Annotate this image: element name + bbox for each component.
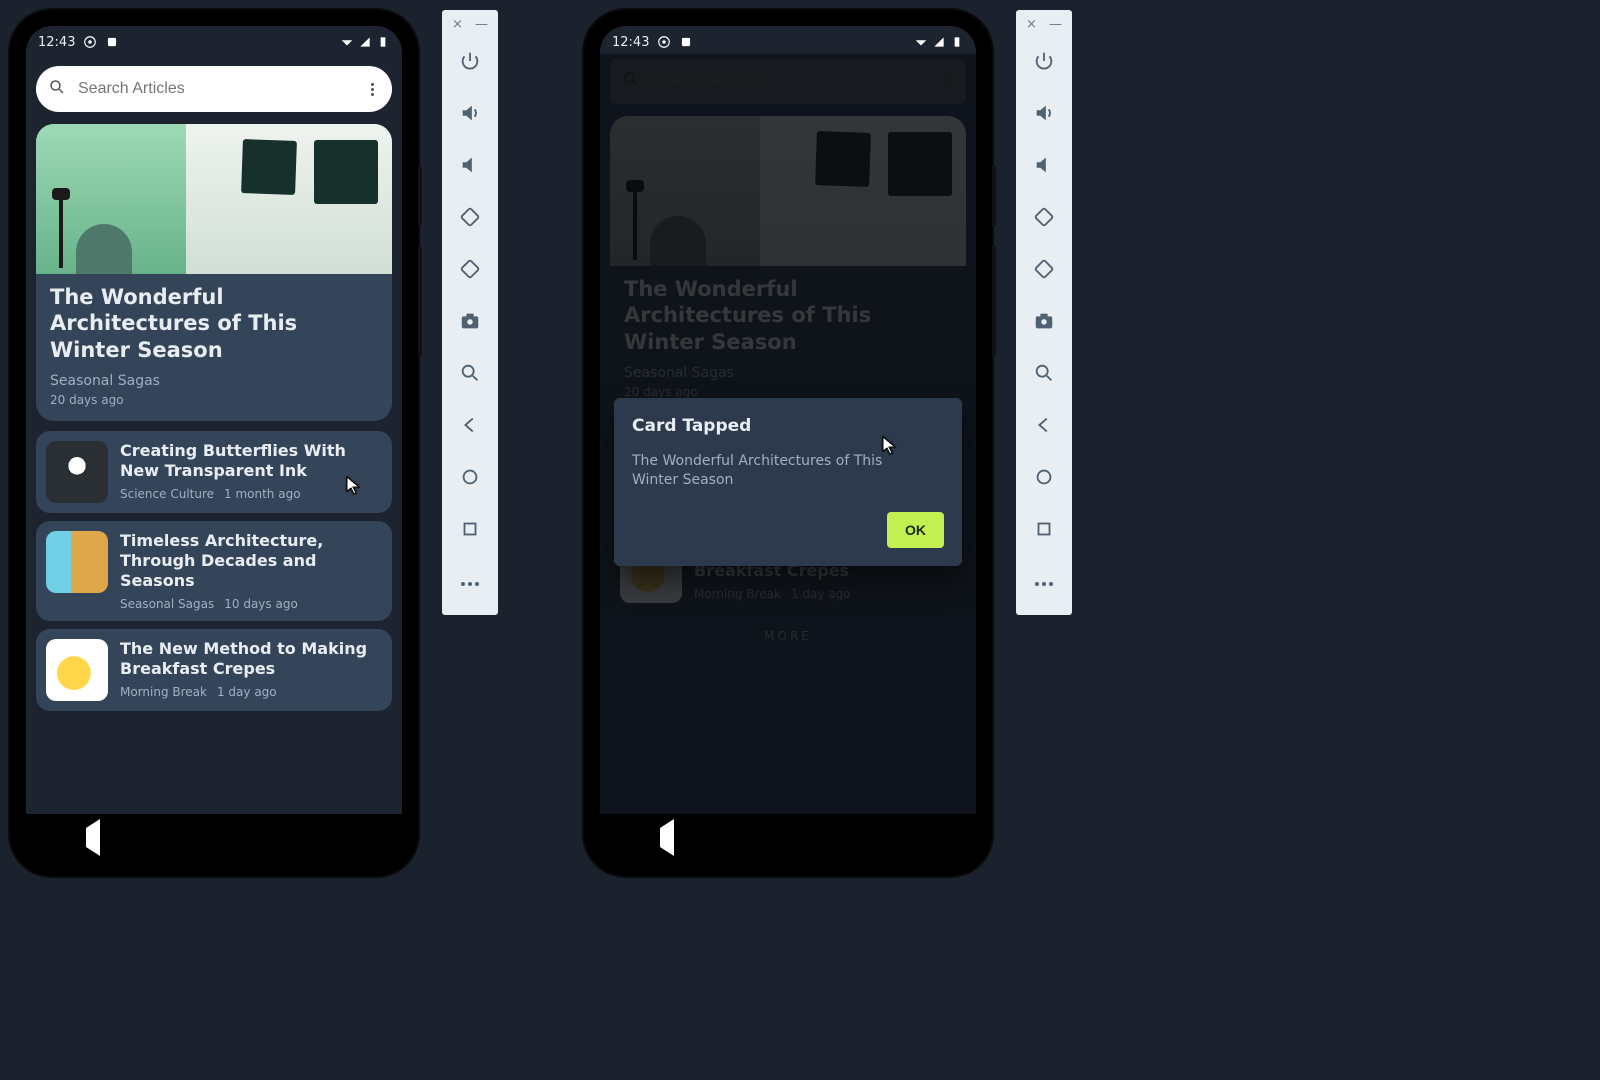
app-badge-icon <box>657 35 671 49</box>
status-bar: 12:43 <box>26 26 402 58</box>
signal-icon <box>358 35 372 49</box>
power-icon[interactable] <box>1022 39 1066 83</box>
battery-icon <box>950 35 964 49</box>
nav-back-button[interactable] <box>660 828 674 847</box>
signal-icon <box>932 35 946 49</box>
article-title: Timeless Architecture, Through Decades a… <box>120 531 382 591</box>
article-card[interactable]: The New Method to Making Breakfast Crepe… <box>36 629 392 711</box>
wifi-icon <box>340 35 354 49</box>
overview-icon[interactable] <box>448 507 492 551</box>
volume-up-icon[interactable] <box>1022 91 1066 135</box>
power-icon[interactable] <box>448 39 492 83</box>
screenshot-icon[interactable] <box>448 299 492 343</box>
dialog-body: The Wonderful Architectures of This Wint… <box>632 452 912 490</box>
article-age: 1 day ago <box>217 685 277 699</box>
hero-age: 20 days ago <box>50 393 378 407</box>
search-icon <box>48 78 66 100</box>
toolbar-close-button[interactable]: × <box>452 18 463 31</box>
rotate-left-icon[interactable] <box>448 195 492 239</box>
phone-frame: 12:43 <box>584 10 992 876</box>
emulator-toolbar: × — <box>1016 10 1072 615</box>
nav-back-button[interactable] <box>86 828 100 847</box>
toolbar-minimize-button[interactable]: — <box>475 18 488 31</box>
toolbar-close-button[interactable]: × <box>1026 18 1037 31</box>
dialog-title: Card Tapped <box>632 416 944 436</box>
back-icon[interactable] <box>1022 403 1066 447</box>
article-thumb <box>46 441 108 503</box>
screenshot-icon[interactable] <box>1022 299 1066 343</box>
more-icon[interactable] <box>448 559 492 603</box>
status-time: 12:43 <box>612 35 649 50</box>
card-icon <box>679 35 693 49</box>
wifi-icon <box>914 35 928 49</box>
article-source: Seasonal Sagas <box>120 597 214 611</box>
article-title: Creating Butterflies With New Transparen… <box>120 441 382 481</box>
overview-icon[interactable] <box>1022 507 1066 551</box>
emulator-toolbar: × — <box>442 10 498 615</box>
volume-down-icon[interactable] <box>1022 143 1066 187</box>
rotate-right-icon[interactable] <box>1022 247 1066 291</box>
volume-up-icon[interactable] <box>448 91 492 135</box>
phone-frame: 12:43 <box>10 10 418 876</box>
phone-screen: 12:43 <box>26 26 402 860</box>
android-nav-bar <box>26 814 402 860</box>
zoom-icon[interactable] <box>448 351 492 395</box>
hero-card[interactable]: The Wonderful Architectures of This Wint… <box>36 124 392 421</box>
back-icon[interactable] <box>448 403 492 447</box>
volume-down-icon[interactable] <box>448 143 492 187</box>
emulator-instance-1: 12:43 <box>10 10 550 910</box>
home-icon[interactable] <box>448 455 492 499</box>
article-thumb <box>46 639 108 701</box>
battery-icon <box>376 35 390 49</box>
card-icon <box>105 35 119 49</box>
article-card[interactable]: Creating Butterflies With New Transparen… <box>36 431 392 513</box>
toolbar-minimize-button[interactable]: — <box>1049 18 1062 31</box>
article-source: Morning Break <box>120 685 207 699</box>
app-badge-icon <box>83 35 97 49</box>
android-nav-bar <box>600 814 976 860</box>
emulator-instance-2: 12:43 <box>584 10 1124 910</box>
status-time: 12:43 <box>38 35 75 50</box>
more-icon[interactable] <box>1022 559 1066 603</box>
article-age: 10 days ago <box>224 597 298 611</box>
overflow-icon[interactable] <box>364 83 380 96</box>
zoom-icon[interactable] <box>1022 351 1066 395</box>
hero-image <box>36 124 392 274</box>
search-bar[interactable] <box>36 66 392 112</box>
phone-screen: 12:43 <box>600 26 976 860</box>
app-content: The Wonderful Architectures of This Wint… <box>26 58 402 826</box>
article-age: 1 month ago <box>224 487 301 501</box>
alert-dialog: Card Tapped The Wonderful Architectures … <box>614 398 962 566</box>
hero-source: Seasonal Sagas <box>50 373 378 389</box>
search-input[interactable] <box>76 79 354 99</box>
article-title: The New Method to Making Breakfast Crepe… <box>120 639 382 679</box>
rotate-right-icon[interactable] <box>448 247 492 291</box>
home-icon[interactable] <box>1022 455 1066 499</box>
dialog-ok-button[interactable]: OK <box>887 512 944 548</box>
article-card[interactable]: Timeless Architecture, Through Decades a… <box>36 521 392 621</box>
article-thumb <box>46 531 108 593</box>
article-source: Science Culture <box>120 487 214 501</box>
rotate-left-icon[interactable] <box>1022 195 1066 239</box>
hero-title: The Wonderful Architectures of This Wint… <box>50 284 378 363</box>
